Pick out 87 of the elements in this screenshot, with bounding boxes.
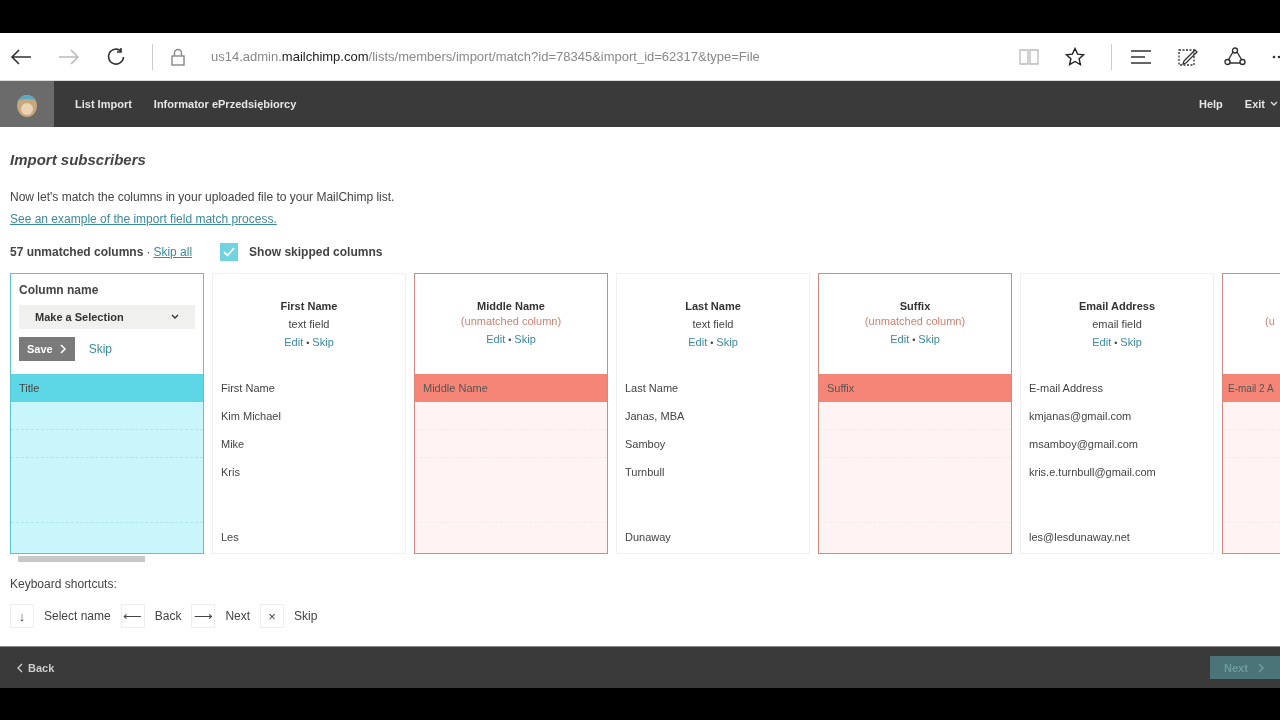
- table-cell: Dunaway: [625, 531, 671, 543]
- shortcut-label: Select name: [44, 609, 111, 623]
- key-cap: ⟵: [120, 604, 145, 628]
- table-cell: msamboy@gmail.com: [1029, 438, 1138, 450]
- skip-link[interactable]: Skip: [1120, 336, 1142, 348]
- exit-menu[interactable]: Exit: [1244, 98, 1278, 110]
- field-select[interactable]: Make a Selection: [19, 305, 195, 329]
- field-name: Last Name: [684, 300, 742, 312]
- file-column-header: Middle Name: [415, 374, 607, 402]
- field-name: Suffix: [898, 300, 932, 312]
- unmatched-note: (unmatched column): [459, 315, 563, 327]
- skip-link[interactable]: Skip: [918, 333, 940, 345]
- edit-link[interactable]: Edit: [284, 336, 304, 348]
- skip-link[interactable]: Skip: [716, 336, 738, 348]
- separator-dot: •: [710, 338, 714, 348]
- menu-lines-icon[interactable]: [1130, 48, 1152, 65]
- back-button[interactable]: Back: [17, 661, 55, 674]
- refresh-icon[interactable]: [106, 46, 126, 67]
- share-icon[interactable]: [1224, 46, 1246, 67]
- skip-link[interactable]: Skip: [514, 333, 536, 345]
- field-type: text field: [287, 318, 331, 330]
- table-cell: les@lesdunaway.net: [1029, 531, 1130, 543]
- edit-link[interactable]: Edit: [890, 333, 910, 345]
- skip-link[interactable]: Skip: [312, 336, 334, 348]
- address-bar[interactable]: us14.admin.mailchimp.com/lists/members/import/match?id=78345&import_id=62317&type=File: [211, 49, 1019, 64]
- scrollbar-thumb[interactable]: [18, 556, 145, 562]
- separator-dot: •: [306, 338, 310, 348]
- page-title: Import subscribers: [10, 151, 147, 168]
- field-name: First Name: [279, 300, 339, 312]
- chevron-right-icon: [1257, 662, 1265, 673]
- nav-link[interactable]: List Import: [75, 98, 132, 110]
- separator-dot: ·: [146, 245, 151, 259]
- column-name-label: Column name: [19, 283, 100, 297]
- shortcut-label: Back: [154, 609, 182, 623]
- field-type: email field: [1091, 318, 1143, 330]
- lock-icon: [171, 47, 185, 66]
- nav-link[interactable]: Informator ePrzedsiębiorcy: [153, 98, 297, 110]
- back-arrow-icon[interactable]: [10, 47, 32, 66]
- file-column-header: E-mail 2 A: [1223, 374, 1280, 402]
- skip-all-link[interactable]: Skip all: [153, 245, 193, 259]
- file-column-header: First Name: [220, 381, 276, 396]
- example-link[interactable]: See an example of the import field match process.: [10, 212, 277, 226]
- key-cap: ×: [260, 604, 285, 628]
- table-cell: Janas, MBA: [625, 410, 685, 422]
- star-icon[interactable]: [1065, 46, 1085, 67]
- file-column-header: E-mail Address: [1028, 381, 1104, 396]
- field-name: Middle Name: [476, 300, 546, 312]
- more-icon[interactable]: [1272, 54, 1280, 59]
- table-cell: Kris: [221, 466, 240, 478]
- key-cap: ↓: [10, 604, 34, 628]
- edit-link[interactable]: Edit: [486, 333, 506, 345]
- file-column-header: Title: [11, 374, 203, 402]
- skip-link[interactable]: Skip: [88, 342, 113, 356]
- field-name: Email Address: [1078, 300, 1156, 312]
- chevron-right-icon: [59, 344, 67, 354]
- intro-text: Now let's match the columns in your uploaded file to your MailChimp list.: [10, 190, 396, 204]
- field-type: text field: [691, 318, 735, 330]
- shortcuts-title: Keyboard shortcuts:: [10, 577, 118, 591]
- edit-link[interactable]: Edit: [688, 336, 708, 348]
- chevron-left-icon: [17, 662, 23, 673]
- help-link[interactable]: Help: [1198, 98, 1223, 110]
- save-button[interactable]: Save: [19, 337, 75, 361]
- table-cell: Samboy: [625, 438, 666, 450]
- chevron-down-icon: [171, 314, 179, 320]
- checkbox-label: Show skipped columns: [249, 245, 383, 259]
- table-cell: Les: [221, 531, 239, 543]
- file-column-header: Last Name: [624, 381, 680, 396]
- pen-note-icon[interactable]: [1178, 46, 1198, 67]
- edit-link[interactable]: Edit: [1092, 336, 1112, 348]
- table-cell: kmjanas@gmail.com: [1029, 410, 1132, 422]
- file-column-header: Suffix: [819, 374, 1011, 402]
- chevron-down-icon: [1270, 101, 1278, 107]
- unmatched-count: 57 unmatched columns: [10, 245, 144, 259]
- key-cap: ⟶: [191, 604, 216, 628]
- monkey-logo[interactable]: [0, 81, 54, 127]
- shortcut-label: Skip: [294, 609, 318, 623]
- table-cell: Mike: [221, 438, 245, 450]
- table-cell: Kim Michael: [221, 410, 281, 422]
- shortcut-label: Next: [225, 609, 251, 623]
- unmatched-note: (unmatched column): [863, 315, 967, 327]
- checkbox[interactable]: [220, 243, 239, 261]
- table-cell: Turnbull: [625, 466, 665, 478]
- separator-dot: •: [1114, 338, 1118, 348]
- unmatched-note: (u: [1264, 315, 1276, 327]
- separator-dot: •: [508, 335, 512, 345]
- separator-dot: •: [912, 335, 916, 345]
- table-cell: kris.e.turnbull@gmail.com: [1029, 466, 1156, 478]
